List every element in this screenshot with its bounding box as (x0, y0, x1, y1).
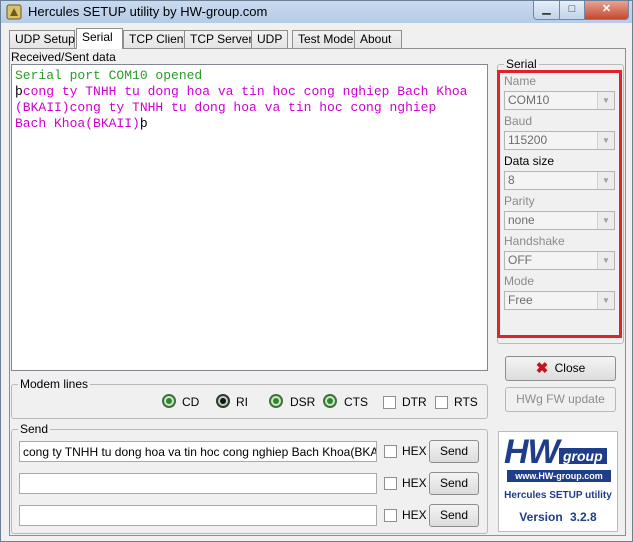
highlight-annotation-box (497, 70, 622, 338)
recv-line-2: (BKAII)cong ty TNHH tu dong hoa va tin h… (15, 100, 437, 115)
modem-lines-title: Modem lines (18, 377, 91, 391)
hex-label-2: HEX (402, 476, 427, 490)
hw-version: Version 3.2.8 (499, 510, 617, 524)
tab-tcp-server[interactable]: TCP Server (184, 30, 252, 49)
dtr-checkbox[interactable] (383, 396, 396, 409)
tab-tcp-client[interactable]: TCP Client (123, 30, 187, 49)
hw-product-name: Hercules SETUP utility (504, 490, 612, 501)
hex-label-3: HEX (402, 508, 427, 522)
dsr-label: DSR (290, 395, 316, 409)
ri-led-icon (216, 394, 230, 408)
received-data-area[interactable]: Serial port COM10 opened þcong ty TNHH t… (11, 64, 488, 371)
hw-brand-text: HW (504, 433, 560, 471)
ri-label: RI (236, 395, 248, 409)
hercules-app-icon (6, 4, 22, 20)
red-x-icon: ✖ (535, 360, 549, 377)
send-input-1[interactable]: cong ty TNHH tu dong hoa va tin hoc cong… (19, 441, 377, 462)
dtr-label: DTR (402, 395, 427, 409)
minimize-button[interactable]: ▁ (533, 1, 560, 20)
send-button-2[interactable]: Send (429, 472, 479, 495)
hex-checkbox-3[interactable] (384, 509, 397, 522)
app-window: Hercules SETUP utility by HW-group.com ▁… (0, 0, 633, 542)
send-button-3[interactable]: Send (429, 504, 479, 527)
cts-label: CTS (344, 395, 368, 409)
cts-led-icon (323, 394, 337, 408)
hw-brand-mark: HW group (504, 433, 614, 471)
maximize-button[interactable]: □ (559, 1, 585, 20)
fw-update-button[interactable]: HWg FW update (505, 387, 616, 412)
close-port-button[interactable]: ✖ Close (505, 356, 616, 381)
cd-led-icon (162, 394, 176, 408)
recv-line-status: Serial port COM10 opened (15, 68, 203, 83)
recv-end-char: þ (139, 116, 148, 131)
tab-udp-setup[interactable]: UDP Setup (9, 30, 75, 49)
send-button-1[interactable]: Send (429, 440, 479, 463)
recv-line-3: Bach Khoa(BKAII) (15, 116, 140, 131)
hw-brand-suffix: group (559, 448, 607, 464)
send-input-3[interactable] (19, 505, 377, 526)
recv-line-1: cong ty TNHH tu dong hoa va tin hoc cong… (22, 84, 468, 99)
cd-label: CD (182, 395, 200, 409)
dsr-led-icon (269, 394, 283, 408)
rts-label: RTS (454, 395, 478, 409)
tab-serial[interactable]: Serial (76, 28, 123, 49)
close-port-label: Close (554, 361, 586, 375)
version-number: 3.2.8 (570, 510, 597, 524)
window-title: Hercules SETUP utility by HW-group.com (28, 4, 268, 19)
received-sent-label: Received/Sent data (11, 50, 116, 64)
send-group-title: Send (18, 422, 51, 436)
serial-group-title: Serial (504, 57, 539, 71)
tab-udp[interactable]: UDP (251, 30, 288, 49)
rts-checkbox[interactable] (435, 396, 448, 409)
hex-checkbox-1[interactable] (384, 445, 397, 458)
tab-about[interactable]: About (354, 30, 402, 49)
send-input-2[interactable] (19, 473, 377, 494)
hex-label-1: HEX (402, 444, 427, 458)
version-label: Version (519, 510, 563, 524)
hw-group-logo[interactable]: HW group www.HW-group.com Hercules SETUP… (498, 431, 618, 532)
tab-test-mode[interactable]: Test Mode (292, 30, 355, 49)
title-bar[interactable]: Hercules SETUP utility by HW-group.com ▁… (1, 1, 632, 23)
close-window-button[interactable]: ✕ (584, 1, 629, 20)
recv-cursor-char: þ (15, 84, 23, 99)
hex-checkbox-2[interactable] (384, 477, 397, 490)
hw-url: www.HW-group.com (507, 470, 611, 482)
